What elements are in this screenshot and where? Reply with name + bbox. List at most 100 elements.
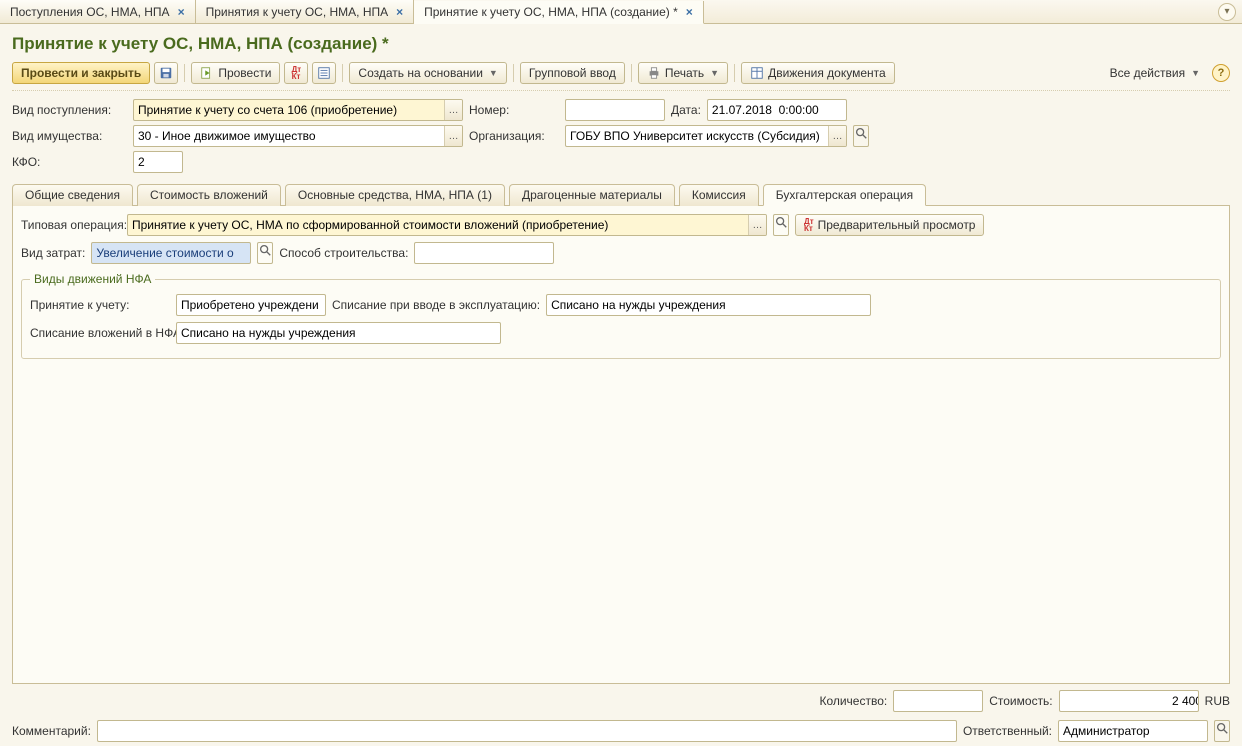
doc-tab-0[interactable]: Поступления ОС, НМА, НПА × bbox=[0, 0, 196, 23]
select-button[interactable]: … bbox=[444, 100, 462, 120]
dk-entries-button[interactable]: ДтКт bbox=[284, 62, 308, 84]
doc-tab-1[interactable]: Принятия к учету ОС, НМА, НПА × bbox=[196, 0, 415, 23]
lookup-button[interactable] bbox=[1214, 720, 1230, 742]
select-button[interactable]: … bbox=[748, 215, 766, 235]
constr-method-field[interactable]: … bbox=[414, 242, 554, 264]
responsible-input[interactable] bbox=[1059, 721, 1208, 741]
writeoff-use-field[interactable] bbox=[546, 294, 871, 316]
save-button[interactable] bbox=[154, 62, 178, 84]
cost-label: Стоимость: bbox=[989, 694, 1052, 708]
doc-tab-2[interactable]: Принятие к учету ОС, НМА, НПА (создание)… bbox=[414, 1, 704, 24]
writeoff-use-input[interactable] bbox=[547, 295, 870, 315]
comment-input[interactable] bbox=[98, 721, 956, 741]
dk-icon: ДтКт bbox=[804, 218, 814, 232]
writeoff-invest-input[interactable] bbox=[177, 323, 500, 343]
tab-fixed-assets[interactable]: Основные средства, НМА, НПА (1) bbox=[285, 184, 505, 206]
doc-tab-label: Принятие к учету ОС, НМА, НПА (создание)… bbox=[424, 5, 678, 19]
accounting-panel: Типовая операция: … ДтКт Предварительный… bbox=[12, 206, 1230, 684]
property-type-field[interactable]: … bbox=[133, 125, 463, 147]
qty-label: Количество: bbox=[819, 694, 887, 708]
register-label: Принятие к учету: bbox=[30, 298, 170, 312]
cost-field bbox=[1059, 690, 1199, 712]
magnifier-icon bbox=[774, 215, 788, 229]
magnifier-icon bbox=[1215, 721, 1229, 735]
tab-commission[interactable]: Комиссия bbox=[679, 184, 759, 206]
close-icon[interactable]: × bbox=[178, 5, 185, 19]
org-label: Организация: bbox=[469, 129, 559, 143]
report-button[interactable] bbox=[312, 62, 336, 84]
subtabs-bar: Общие сведения Стоимость вложений Основн… bbox=[12, 183, 1230, 206]
typ-op-label: Типовая операция: bbox=[21, 218, 121, 232]
qty-field bbox=[893, 690, 983, 712]
kfo-field[interactable]: … bbox=[133, 151, 183, 173]
preview-button[interactable]: ДтКт Предварительный просмотр bbox=[795, 214, 984, 236]
chevron-down-icon: ▼ bbox=[489, 68, 498, 78]
printer-icon bbox=[647, 66, 661, 80]
receipt-type-input[interactable] bbox=[134, 100, 444, 120]
tab-general[interactable]: Общие сведения bbox=[12, 184, 133, 206]
tab-accounting[interactable]: Бухгалтерская операция bbox=[763, 184, 926, 206]
property-type-input[interactable] bbox=[134, 126, 444, 146]
cost-type-label: Вид затрат: bbox=[21, 246, 85, 260]
number-input[interactable] bbox=[566, 100, 665, 120]
all-actions-button[interactable]: Все действия ▼ bbox=[1102, 62, 1208, 84]
dk-icon: ДтКт bbox=[292, 66, 302, 80]
chevron-down-icon: ▼ bbox=[710, 68, 719, 78]
typ-op-input[interactable] bbox=[128, 215, 748, 235]
lookup-button[interactable] bbox=[773, 214, 789, 236]
org-field[interactable]: … bbox=[565, 125, 847, 147]
doc-tab-label: Поступления ОС, НМА, НПА bbox=[10, 5, 170, 19]
post-button[interactable]: Провести bbox=[191, 62, 280, 84]
movements-group: Виды движений НФА Принятие к учету: … Сп… bbox=[21, 272, 1221, 359]
magnifier-icon bbox=[258, 243, 272, 257]
toolbar: Провести и закрыть Провести ДтКт Создать… bbox=[12, 62, 1230, 91]
tab-precious[interactable]: Драгоценные материалы bbox=[509, 184, 675, 206]
lookup-button[interactable] bbox=[853, 125, 869, 147]
comment-field[interactable] bbox=[97, 720, 957, 742]
org-input[interactable] bbox=[566, 126, 828, 146]
list-icon bbox=[317, 66, 331, 80]
qty-value bbox=[894, 691, 983, 711]
post-and-close-button[interactable]: Провести и закрыть bbox=[12, 62, 150, 84]
more-tabs-button[interactable]: ▾ bbox=[1218, 3, 1236, 21]
lookup-button[interactable] bbox=[257, 242, 273, 264]
kfo-input[interactable] bbox=[134, 152, 183, 172]
page-title: Принятие к учету ОС, НМА, НПА (создание)… bbox=[12, 30, 1230, 62]
typ-op-field[interactable]: … bbox=[127, 214, 767, 236]
constr-method-input[interactable] bbox=[415, 243, 554, 263]
group-input-button[interactable]: Групповой ввод bbox=[520, 62, 625, 84]
create-based-button[interactable]: Создать на основании ▼ bbox=[349, 62, 506, 84]
responsible-label: Ответственный: bbox=[963, 724, 1052, 738]
chevron-down-icon: ▼ bbox=[1191, 68, 1200, 78]
cost-value bbox=[1060, 691, 1199, 711]
table-icon bbox=[750, 66, 764, 80]
date-field[interactable] bbox=[707, 99, 847, 121]
constr-method-label: Способ строительства: bbox=[279, 246, 408, 260]
date-input[interactable] bbox=[708, 100, 847, 120]
print-button[interactable]: Печать ▼ bbox=[638, 62, 728, 84]
receipt-type-field[interactable]: … bbox=[133, 99, 463, 121]
writeoff-invest-field[interactable] bbox=[176, 322, 501, 344]
comment-label: Комментарий: bbox=[12, 724, 91, 738]
receipt-type-label: Вид поступления: bbox=[12, 103, 127, 117]
writeoff-use-label: Списание при вводе в эксплуатацию: bbox=[332, 298, 540, 312]
close-icon[interactable]: × bbox=[396, 5, 403, 19]
select-button[interactable]: … bbox=[828, 126, 846, 146]
movements-button[interactable]: Движения документа bbox=[741, 62, 895, 84]
responsible-field[interactable]: … bbox=[1058, 720, 1208, 742]
document-play-icon bbox=[200, 66, 214, 80]
tab-invest-cost[interactable]: Стоимость вложений bbox=[137, 184, 281, 206]
number-label: Номер: bbox=[469, 103, 559, 117]
number-field[interactable] bbox=[565, 99, 665, 121]
select-button[interactable]: … bbox=[444, 126, 462, 146]
register-field[interactable]: … bbox=[176, 294, 326, 316]
kfo-label: КФО: bbox=[12, 155, 127, 169]
help-button[interactable]: ? bbox=[1212, 64, 1230, 82]
magnifier-icon bbox=[854, 126, 868, 140]
cost-type-field[interactable]: … bbox=[91, 242, 251, 264]
close-icon[interactable]: × bbox=[686, 5, 693, 19]
register-input[interactable] bbox=[177, 295, 326, 315]
diskette-icon bbox=[159, 66, 173, 80]
cost-type-input[interactable] bbox=[92, 243, 251, 263]
writeoff-invest-label: Списание вложений в НФА: bbox=[30, 326, 170, 340]
